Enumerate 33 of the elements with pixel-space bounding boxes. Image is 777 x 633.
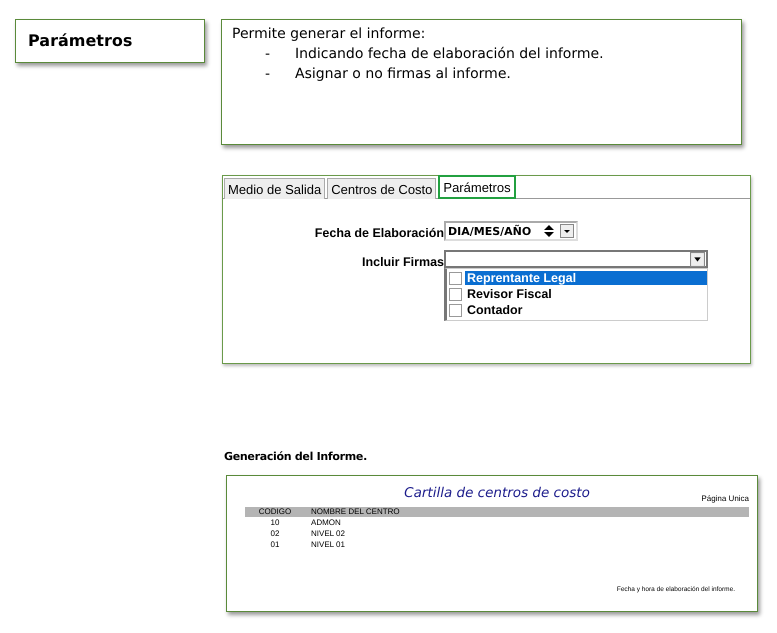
list-marker: -: [265, 66, 272, 82]
list-item-text: Indicando fecha de elaboración del informe.: [295, 46, 604, 62]
tab[interactable]: Parámetros: [438, 175, 516, 199]
column-header: CODIGO: [258, 507, 292, 517]
checkbox[interactable]: [449, 272, 462, 284]
page-label: Página Unica: [701, 494, 749, 503]
caret-icon: [690, 252, 705, 266]
table-cell-text: 01: [270, 539, 280, 550]
signatures-dropdown[interactable]: [444, 250, 708, 268]
table-cell-text: 10: [270, 517, 280, 528]
table-cell-text: NIVEL 02: [310, 528, 345, 539]
field-label: Fecha de Elaboración: [314, 225, 444, 240]
section-title: Parámetros: [15, 19, 205, 63]
date-field[interactable]: DIA/MES/AÑO: [444, 221, 578, 241]
field-label: Incluir Firmas: [361, 254, 444, 269]
list-marker: -: [265, 46, 272, 62]
option-item[interactable]: Reprentante Legal: [465, 271, 707, 285]
option-item[interactable]: Revisor Fiscal: [465, 287, 707, 301]
column-header: NOMBRE DEL CENTRO: [310, 507, 400, 517]
checkbox[interactable]: [449, 288, 462, 300]
table-cell-text: ADMON: [310, 517, 341, 528]
report-title: Cartilla de centros de costo: [404, 485, 590, 501]
tab[interactable]: Medio de Salida: [224, 178, 326, 199]
description-text: Permite generar el informe:: [232, 26, 426, 42]
table-cell-text: 02: [270, 528, 280, 539]
checkbox[interactable]: [449, 304, 462, 316]
spinner-icon[interactable]: [542, 224, 556, 238]
option-item[interactable]: Contador: [465, 303, 707, 317]
tab[interactable]: Centros de Costo: [327, 178, 436, 199]
section-heading: Generación del Informe.: [224, 450, 368, 463]
table-cell-text: NIVEL 01: [310, 539, 345, 550]
list-item-text: Asignar o no firmas al informe.: [295, 66, 511, 82]
dropdown-button[interactable]: [560, 224, 574, 238]
